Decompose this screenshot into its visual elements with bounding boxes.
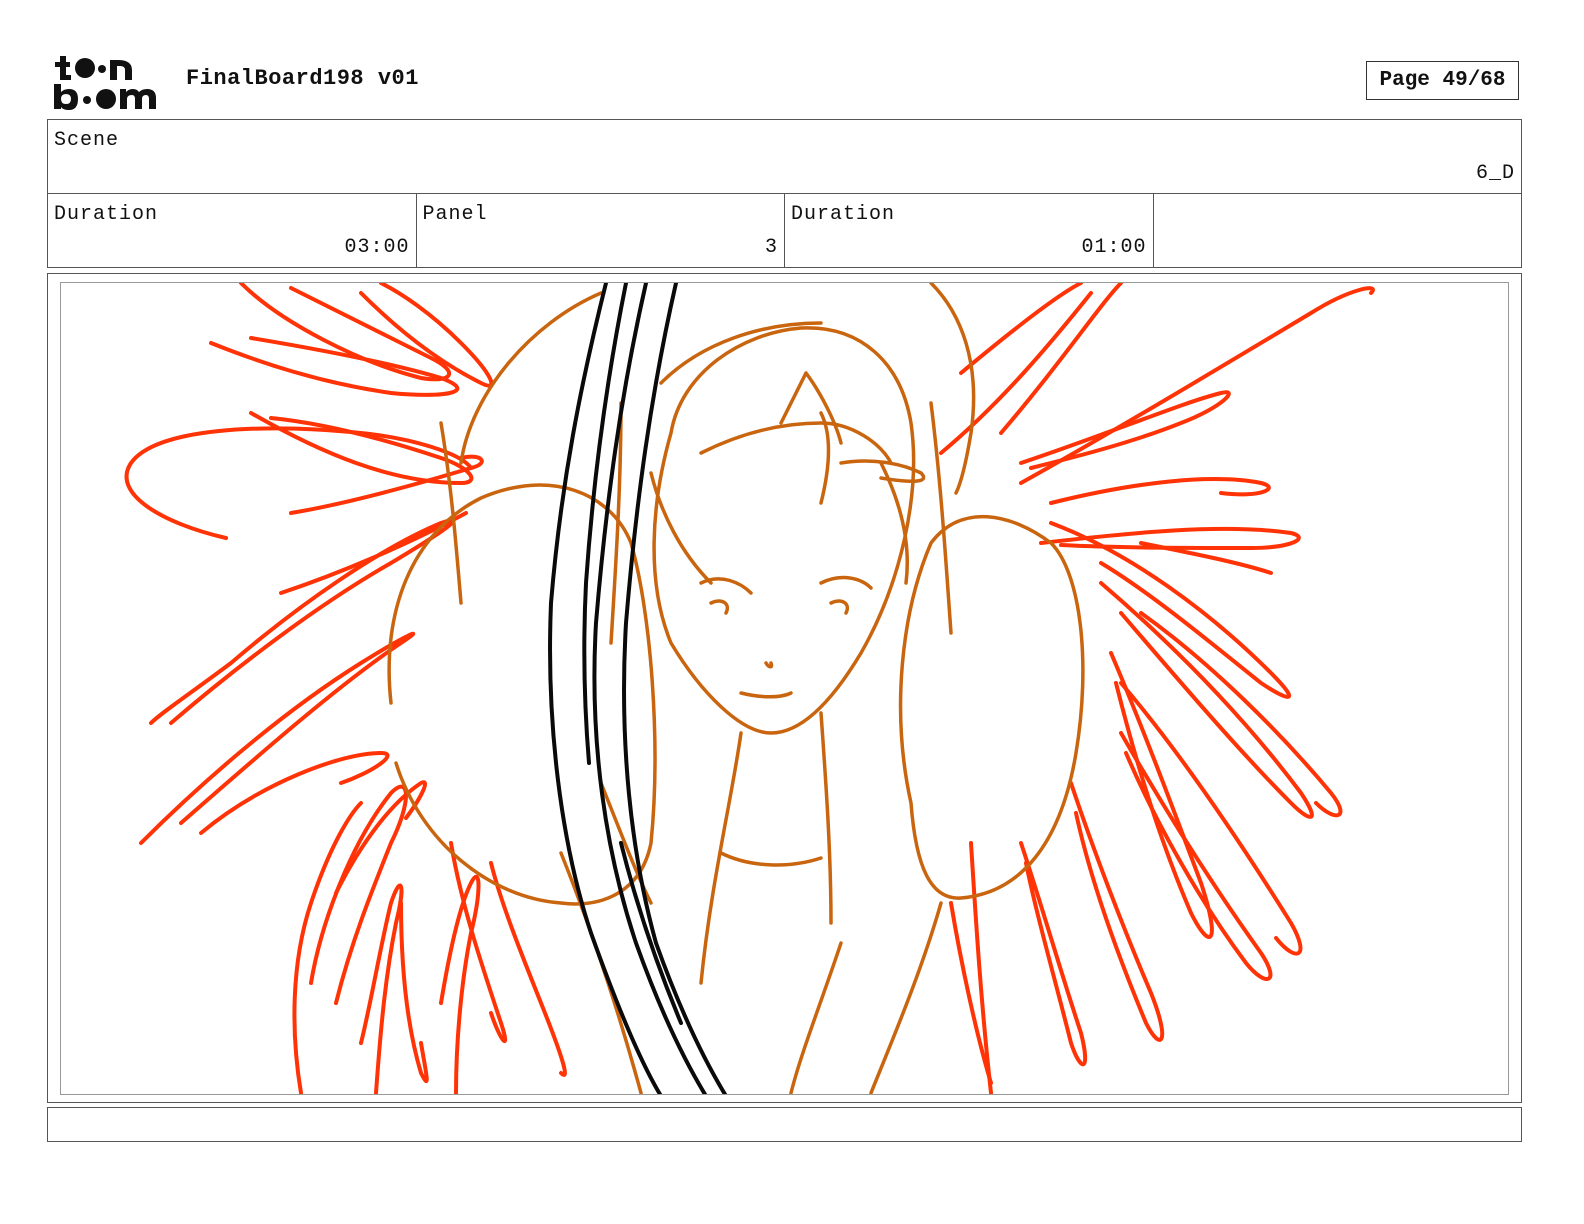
panel-duration-value: 01:00 bbox=[1081, 236, 1147, 259]
empty-cell bbox=[1154, 194, 1522, 267]
toonboom-logo bbox=[52, 52, 164, 112]
red-scribbles-left bbox=[124, 283, 567, 1094]
scene-row: Scene 6_D bbox=[48, 120, 1521, 194]
scene-duration-label: Duration bbox=[54, 203, 159, 226]
panel-value: 3 bbox=[764, 236, 778, 259]
panel-image bbox=[60, 282, 1509, 1095]
notes-box bbox=[47, 1107, 1522, 1142]
black-staff-lines bbox=[548, 283, 728, 1094]
red-scribbles-right bbox=[939, 283, 1375, 1094]
page-label: Page 49/68 bbox=[1379, 69, 1506, 92]
panel-frame bbox=[47, 273, 1522, 1103]
info-table: Scene 6_D Duration 03:00 Panel 3 Duratio… bbox=[47, 119, 1522, 268]
document-title: FinalBoard198 v01 bbox=[186, 66, 419, 91]
info-row: Duration 03:00 Panel 3 Duration 01:00 bbox=[48, 194, 1521, 267]
page-indicator: Page 49/68 bbox=[1366, 61, 1519, 100]
panel-duration-label: Duration bbox=[791, 203, 896, 226]
scene-duration-cell: Duration 03:00 bbox=[48, 194, 417, 267]
scene-label: Scene bbox=[54, 129, 120, 152]
scene-value: 6_D bbox=[1475, 162, 1515, 185]
scene-duration-value: 03:00 bbox=[344, 236, 410, 259]
panel-duration-cell: Duration 01:00 bbox=[785, 194, 1154, 267]
panel-cell: Panel 3 bbox=[417, 194, 785, 267]
sketch-drawing bbox=[124, 283, 1375, 1094]
panel-label: Panel bbox=[422, 203, 488, 226]
